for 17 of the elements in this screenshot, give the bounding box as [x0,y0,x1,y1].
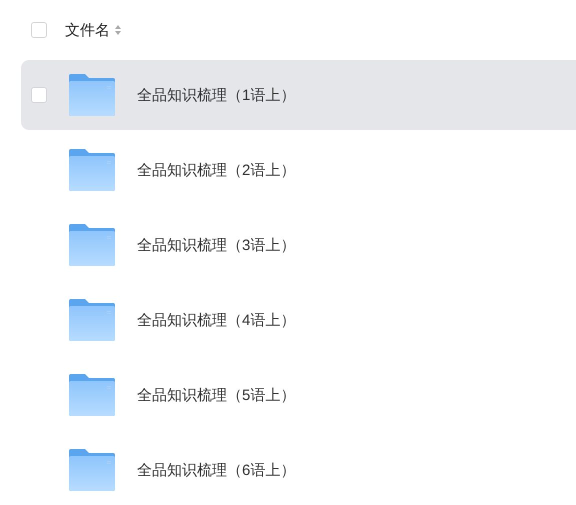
file-name: 全品知识梳理（1语上） [137,86,296,104]
folder-icon [69,299,115,341]
file-row[interactable]: 全品知识梳理（1语上） [21,60,576,130]
file-name: 全品知识梳理（2语上） [137,160,296,180]
folder-icon [69,374,115,416]
file-name: 全品知识梳理（6语上） [137,460,296,480]
sort-icon[interactable] [114,24,122,36]
file-name: 全品知识梳理（4语上） [137,310,296,330]
folder-icon [69,74,115,116]
folder-icon [69,224,115,266]
file-name: 全品知识梳理（5语上） [137,386,296,404]
folder-icon [69,149,115,191]
folder-icon [69,449,115,491]
file-name: 全品知识梳理（3语上） [137,236,296,254]
column-header[interactable]: 文件名 [65,20,110,40]
select-all-checkbox[interactable] [31,22,47,38]
row-checkbox[interactable] [31,87,47,103]
